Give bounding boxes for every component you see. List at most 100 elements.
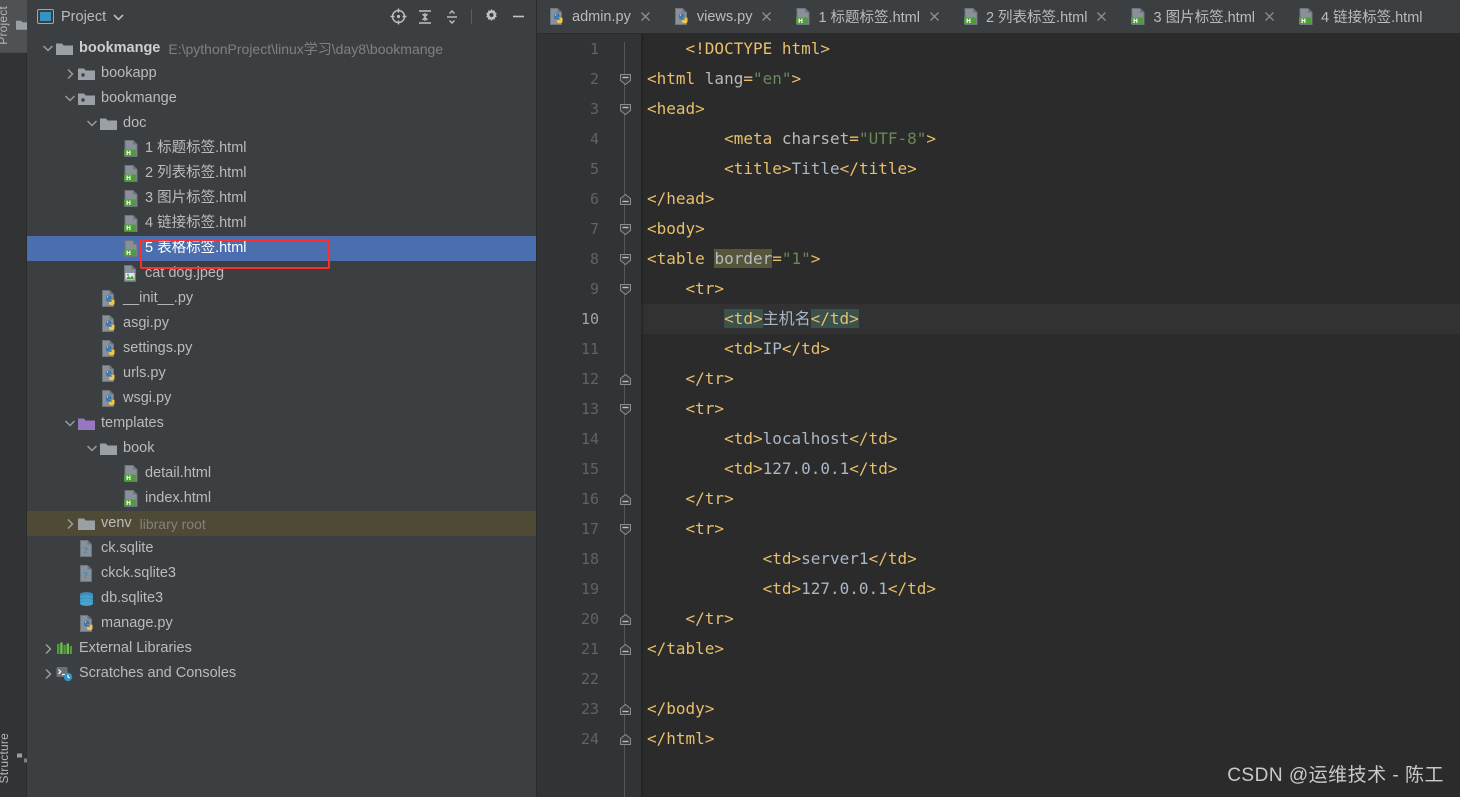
- tree-row[interactable]: bookmange E:\pythonProject\linux学习\day8\b…: [27, 36, 536, 61]
- fold-expanded-icon[interactable]: [617, 214, 633, 244]
- editor-tab[interactable]: H 3 图片标签.html: [1118, 0, 1286, 33]
- editor-tab[interactable]: views.py: [662, 0, 784, 33]
- fold-expanded-icon[interactable]: [617, 394, 633, 424]
- tree-row[interactable]: H 4 链接标签.html: [27, 211, 536, 236]
- code-line[interactable]: <tr>: [641, 394, 1460, 424]
- settings-gear-icon[interactable]: [479, 6, 503, 28]
- tree-row[interactable]: H 3 图片标签.html: [27, 186, 536, 211]
- code-line[interactable]: </html>: [641, 724, 1460, 754]
- chevron-down-icon[interactable]: [41, 36, 55, 61]
- code-line[interactable]: </table>: [641, 634, 1460, 664]
- line-number-gutter: 1 2 3 4 5 6 7 8 9 10 11 12 13 14 15 16 17 18 19 20 21 22 23 24: [537, 34, 609, 797]
- editor-tab[interactable]: admin.py: [537, 0, 662, 33]
- close-icon[interactable]: [1094, 11, 1109, 22]
- close-icon[interactable]: [759, 11, 774, 22]
- chevron-down-icon[interactable]: [63, 86, 77, 111]
- chevron-down-icon[interactable]: [85, 436, 99, 461]
- tree-row[interactable]: Scratches and Consoles: [27, 661, 536, 686]
- code-content[interactable]: <!DOCTYPE html> <html lang="en"> <head> <m…: [641, 34, 1460, 797]
- tree-row[interactable]: bookapp: [27, 61, 536, 86]
- fold-expanded-icon[interactable]: [617, 64, 633, 94]
- fold-expanded-icon[interactable]: [617, 94, 633, 124]
- code-line[interactable]: <td>127.0.0.1</td>: [641, 454, 1460, 484]
- code-line[interactable]: <!DOCTYPE html>: [641, 34, 1460, 64]
- editor-tab[interactable]: H 1 标题标签.html: [783, 0, 951, 33]
- code-folding-gutter[interactable]: [609, 34, 641, 797]
- fold-end-icon[interactable]: [617, 184, 633, 214]
- code-line[interactable]: <td>localhost</td>: [641, 424, 1460, 454]
- chevron-right-icon[interactable]: [63, 61, 77, 86]
- close-icon[interactable]: [638, 11, 653, 22]
- tree-row[interactable]: templates: [27, 411, 536, 436]
- code-line[interactable]: </tr>: [641, 364, 1460, 394]
- tree-row[interactable]: settings.py: [27, 336, 536, 361]
- close-icon[interactable]: [927, 11, 942, 22]
- code-line[interactable]: </tr>: [641, 484, 1460, 514]
- tree-row[interactable]: __init__.py: [27, 286, 536, 311]
- fold-end-icon[interactable]: [617, 694, 633, 724]
- code-line[interactable]: </tr>: [641, 604, 1460, 634]
- code-line[interactable]: <td>127.0.0.1</td>: [641, 574, 1460, 604]
- tree-row[interactable]: ? ck.sqlite: [27, 536, 536, 561]
- expand-all-icon[interactable]: [413, 6, 437, 28]
- fold-expanded-icon[interactable]: [617, 514, 633, 544]
- code-line[interactable]: <html lang="en">: [641, 64, 1460, 94]
- code-line[interactable]: <td>IP</td>: [641, 334, 1460, 364]
- code-line[interactable]: <table border="1">: [641, 244, 1460, 274]
- tree-row[interactable]: manage.py: [27, 611, 536, 636]
- editor-tab-bar[interactable]: admin.py views.py H 1 标题标签.html H 2 列表标签.html…: [537, 0, 1460, 34]
- code-line[interactable]: <meta charset="UTF-8">: [641, 124, 1460, 154]
- tree-row[interactable]: db.sqlite3: [27, 586, 536, 611]
- fold-end-icon[interactable]: [617, 724, 633, 754]
- code-line[interactable]: </body>: [641, 694, 1460, 724]
- close-icon[interactable]: [1262, 11, 1277, 22]
- chevron-down-icon[interactable]: [85, 111, 99, 136]
- chevron-right-icon[interactable]: [41, 661, 55, 686]
- code-line[interactable]: <body>: [641, 214, 1460, 244]
- tree-row[interactable]: H 5 表格标签.html: [27, 236, 536, 261]
- rail-button-project[interactable]: Project: [0, 0, 30, 53]
- chevron-down-icon[interactable]: [113, 13, 124, 21]
- select-opened-file-icon[interactable]: [386, 6, 410, 28]
- tree-row-label: index.html: [145, 490, 212, 506]
- tree-row[interactable]: cat dog.jpeg: [27, 261, 536, 286]
- code-line[interactable]: <head>: [641, 94, 1460, 124]
- editor-tab[interactable]: H 2 列表标签.html: [951, 0, 1119, 33]
- code-line[interactable]: [641, 664, 1460, 694]
- fold-expanded-icon[interactable]: [617, 274, 633, 304]
- tree-row[interactable]: Hdetail.html: [27, 461, 536, 486]
- collapse-all-icon[interactable]: [440, 6, 464, 28]
- tree-row[interactable]: venv library root: [27, 511, 536, 536]
- tree-row[interactable]: H 2 列表标签.html: [27, 161, 536, 186]
- code-line[interactable]: <td>主机名</td>: [641, 304, 1460, 334]
- code-editor[interactable]: 1 2 3 4 5 6 7 8 9 10 11 12 13 14 15 16 17 18 19 20 21 22 23 24 …: [537, 34, 1460, 797]
- fold-end-icon[interactable]: [617, 364, 633, 394]
- tree-row[interactable]: urls.py: [27, 361, 536, 386]
- project-tree[interactable]: bookmange E:\pythonProject\linux学习\day8\b…: [27, 33, 536, 797]
- code-line[interactable]: <title>Title</title>: [641, 154, 1460, 184]
- rail-button-structure[interactable]: Structure: [0, 727, 30, 792]
- code-line[interactable]: </head>: [641, 184, 1460, 214]
- tree-row[interactable]: bookmange: [27, 86, 536, 111]
- editor-tab[interactable]: H 4 链接标签.html: [1286, 0, 1432, 33]
- tree-row[interactable]: book: [27, 436, 536, 461]
- tree-row[interactable]: doc: [27, 111, 536, 136]
- code-line[interactable]: <td>server1</td>: [641, 544, 1460, 574]
- chevron-right-icon[interactable]: [41, 636, 55, 661]
- fold-end-icon[interactable]: [617, 634, 633, 664]
- tree-row[interactable]: Hindex.html: [27, 486, 536, 511]
- tree-row[interactable]: wsgi.py: [27, 386, 536, 411]
- code-line[interactable]: <tr>: [641, 274, 1460, 304]
- fold-end-icon[interactable]: [617, 604, 633, 634]
- tree-row[interactable]: External Libraries: [27, 636, 536, 661]
- hide-icon[interactable]: [506, 6, 530, 28]
- chevron-right-icon[interactable]: [63, 511, 77, 536]
- fold-end-icon[interactable]: [617, 484, 633, 514]
- code-line[interactable]: <tr>: [641, 514, 1460, 544]
- tree-row[interactable]: ? ckck.sqlite3: [27, 561, 536, 586]
- fold-expanded-icon[interactable]: [617, 244, 633, 274]
- tree-row[interactable]: H 1 标题标签.html: [27, 136, 536, 161]
- tree-row-label: asgi.py: [123, 315, 169, 331]
- tree-row[interactable]: asgi.py: [27, 311, 536, 336]
- chevron-down-icon[interactable]: [63, 411, 77, 436]
